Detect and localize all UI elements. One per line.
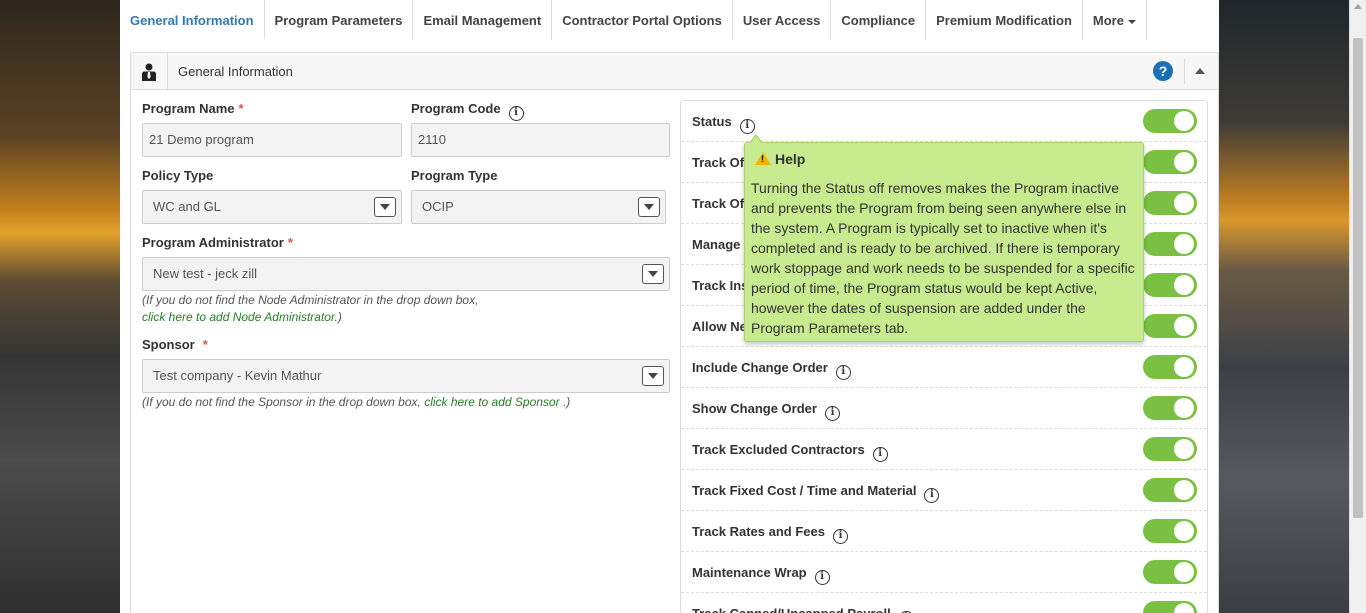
main-page: General Information Program Parameters E… xyxy=(120,0,1219,613)
setting-label: Track Rates and Fees i xyxy=(692,524,848,544)
setting-toggle[interactable] xyxy=(1143,191,1197,215)
policy-type-select[interactable]: WC and GL xyxy=(142,190,402,224)
toggle-knob xyxy=(1174,234,1194,254)
setting-label: Include Change Order i xyxy=(692,360,851,380)
setting-toggle[interactable] xyxy=(1143,150,1197,174)
tab-bar: General Information Program Parameters E… xyxy=(120,0,1147,40)
program-code-input[interactable]: 2110 xyxy=(411,123,670,157)
setting-label: Status i xyxy=(692,114,755,134)
setting-label: Track Capped/Uncapped Payrolli xyxy=(692,606,914,613)
toggle-knob xyxy=(1174,316,1194,336)
tab-user-access[interactable]: User Access xyxy=(732,0,832,40)
setting-row: Track Rates and Fees i xyxy=(681,511,1207,552)
toggle-knob xyxy=(1174,398,1194,418)
policy-type-label: Policy Type xyxy=(142,168,214,183)
required-marker: * xyxy=(202,337,208,352)
tooltip-body: Turning the Status off removes makes the… xyxy=(751,180,1135,336)
setting-row: Include Change Order i xyxy=(681,347,1207,388)
info-icon[interactable]: i xyxy=(508,106,524,121)
tab-more-dropdown[interactable]: More xyxy=(1082,0,1147,40)
add-node-administrator-link[interactable]: click here to add Node Administrator. xyxy=(142,310,338,324)
chevron-down-icon[interactable] xyxy=(374,197,396,217)
help-icon[interactable]: ? xyxy=(1153,61,1173,81)
background-right xyxy=(1219,0,1366,613)
setting-label: Track Fixed Cost / Time and Material i xyxy=(692,483,940,503)
tab-compliance[interactable]: Compliance xyxy=(831,0,927,40)
setting-toggle[interactable] xyxy=(1143,314,1197,338)
setting-row: Show Change Order i xyxy=(681,388,1207,429)
caret-down-icon xyxy=(1127,19,1136,24)
node-admin-note: (If you do not find the Node Administrat… xyxy=(142,293,479,307)
info-icon[interactable]: i xyxy=(832,529,848,544)
required-marker: * xyxy=(238,101,244,116)
toggle-knob xyxy=(1174,193,1194,213)
tab-email-management[interactable]: Email Management xyxy=(413,0,553,40)
info-icon[interactable]: i xyxy=(835,365,851,380)
required-marker: * xyxy=(287,235,293,250)
chevron-down-icon[interactable] xyxy=(638,197,660,217)
scroll-up-icon[interactable] xyxy=(1354,4,1362,9)
info-icon[interactable]: i xyxy=(924,488,940,503)
program-administrator-label: Program Administrator * xyxy=(142,235,293,250)
setting-toggle[interactable] xyxy=(1143,273,1197,297)
setting-label: Maintenance Wrap i xyxy=(692,565,830,585)
chevron-down-icon[interactable] xyxy=(642,264,664,284)
toggle-knob xyxy=(1174,603,1194,613)
header-divider xyxy=(1184,59,1185,84)
setting-toggle[interactable] xyxy=(1143,519,1197,543)
toggle-knob xyxy=(1174,439,1194,459)
sponsor-label: Sponsor * xyxy=(142,337,208,352)
node-admin-note-line2: click here to add Node Administrator.) xyxy=(142,310,342,324)
setting-row: Maintenance Wrap i xyxy=(681,552,1207,593)
tab-premium-modification[interactable]: Premium Modification xyxy=(926,0,1083,40)
sponsor-select[interactable]: Test company - Kevin Mathur xyxy=(142,359,670,393)
page-scrollbar[interactable] xyxy=(1349,0,1366,613)
setting-toggle[interactable] xyxy=(1143,601,1197,613)
setting-toggle[interactable] xyxy=(1143,109,1197,133)
toggle-knob xyxy=(1174,562,1194,582)
background-left xyxy=(0,0,120,613)
tab-general-information[interactable]: General Information xyxy=(120,0,265,40)
chevron-down-icon[interactable] xyxy=(642,366,664,386)
setting-label: Show Change Order i xyxy=(692,401,840,421)
sponsor-note: (If you do not find the Sponsor in the d… xyxy=(142,395,571,409)
program-type-label: Program Type xyxy=(411,168,498,183)
tab-program-parameters[interactable]: Program Parameters xyxy=(264,0,414,40)
tooltip-header: Help xyxy=(755,151,805,167)
toggle-knob xyxy=(1174,275,1194,295)
info-icon[interactable]: i xyxy=(814,570,830,585)
toggle-knob xyxy=(1174,357,1194,377)
user-tie-icon xyxy=(131,53,168,90)
program-code-label: Program Code i xyxy=(411,101,524,121)
toggle-knob xyxy=(1174,152,1194,172)
program-name-input[interactable]: 21 Demo program xyxy=(142,123,402,157)
info-icon[interactable]: i xyxy=(872,447,888,462)
add-sponsor-link[interactable]: click here to add Sponsor xyxy=(424,395,559,409)
program-name-label: Program Name * xyxy=(142,101,244,116)
setting-row: Track Excluded Contractors i xyxy=(681,429,1207,470)
setting-toggle[interactable] xyxy=(1143,560,1197,584)
setting-row: Track Fixed Cost / Time and Material i xyxy=(681,470,1207,511)
panel-header: General Information ? xyxy=(131,53,1218,90)
setting-toggle[interactable] xyxy=(1143,396,1197,420)
tab-contractor-portal-options[interactable]: Contractor Portal Options xyxy=(552,0,733,40)
scroll-thumb[interactable] xyxy=(1353,38,1363,518)
info-icon[interactable]: i xyxy=(739,119,755,134)
setting-label: Track Excluded Contractors i xyxy=(692,442,888,462)
warning-icon xyxy=(755,152,771,165)
panel-title: General Information xyxy=(178,64,293,79)
toggle-knob xyxy=(1174,111,1194,131)
toggle-knob xyxy=(1174,521,1194,541)
help-tooltip: Help Turning the Status off removes make… xyxy=(744,134,1144,342)
program-type-select[interactable]: OCIP xyxy=(411,190,666,224)
setting-row: Track Capped/Uncapped Payrolli xyxy=(681,593,1207,613)
chevron-up-icon[interactable] xyxy=(1195,68,1205,74)
setting-toggle[interactable] xyxy=(1143,437,1197,461)
info-icon[interactable]: i xyxy=(824,406,840,421)
setting-toggle[interactable] xyxy=(1143,232,1197,256)
toggle-knob xyxy=(1174,480,1194,500)
setting-toggle[interactable] xyxy=(1143,355,1197,379)
setting-toggle[interactable] xyxy=(1143,478,1197,502)
program-administrator-select[interactable]: New test - jeck zill xyxy=(142,257,670,291)
